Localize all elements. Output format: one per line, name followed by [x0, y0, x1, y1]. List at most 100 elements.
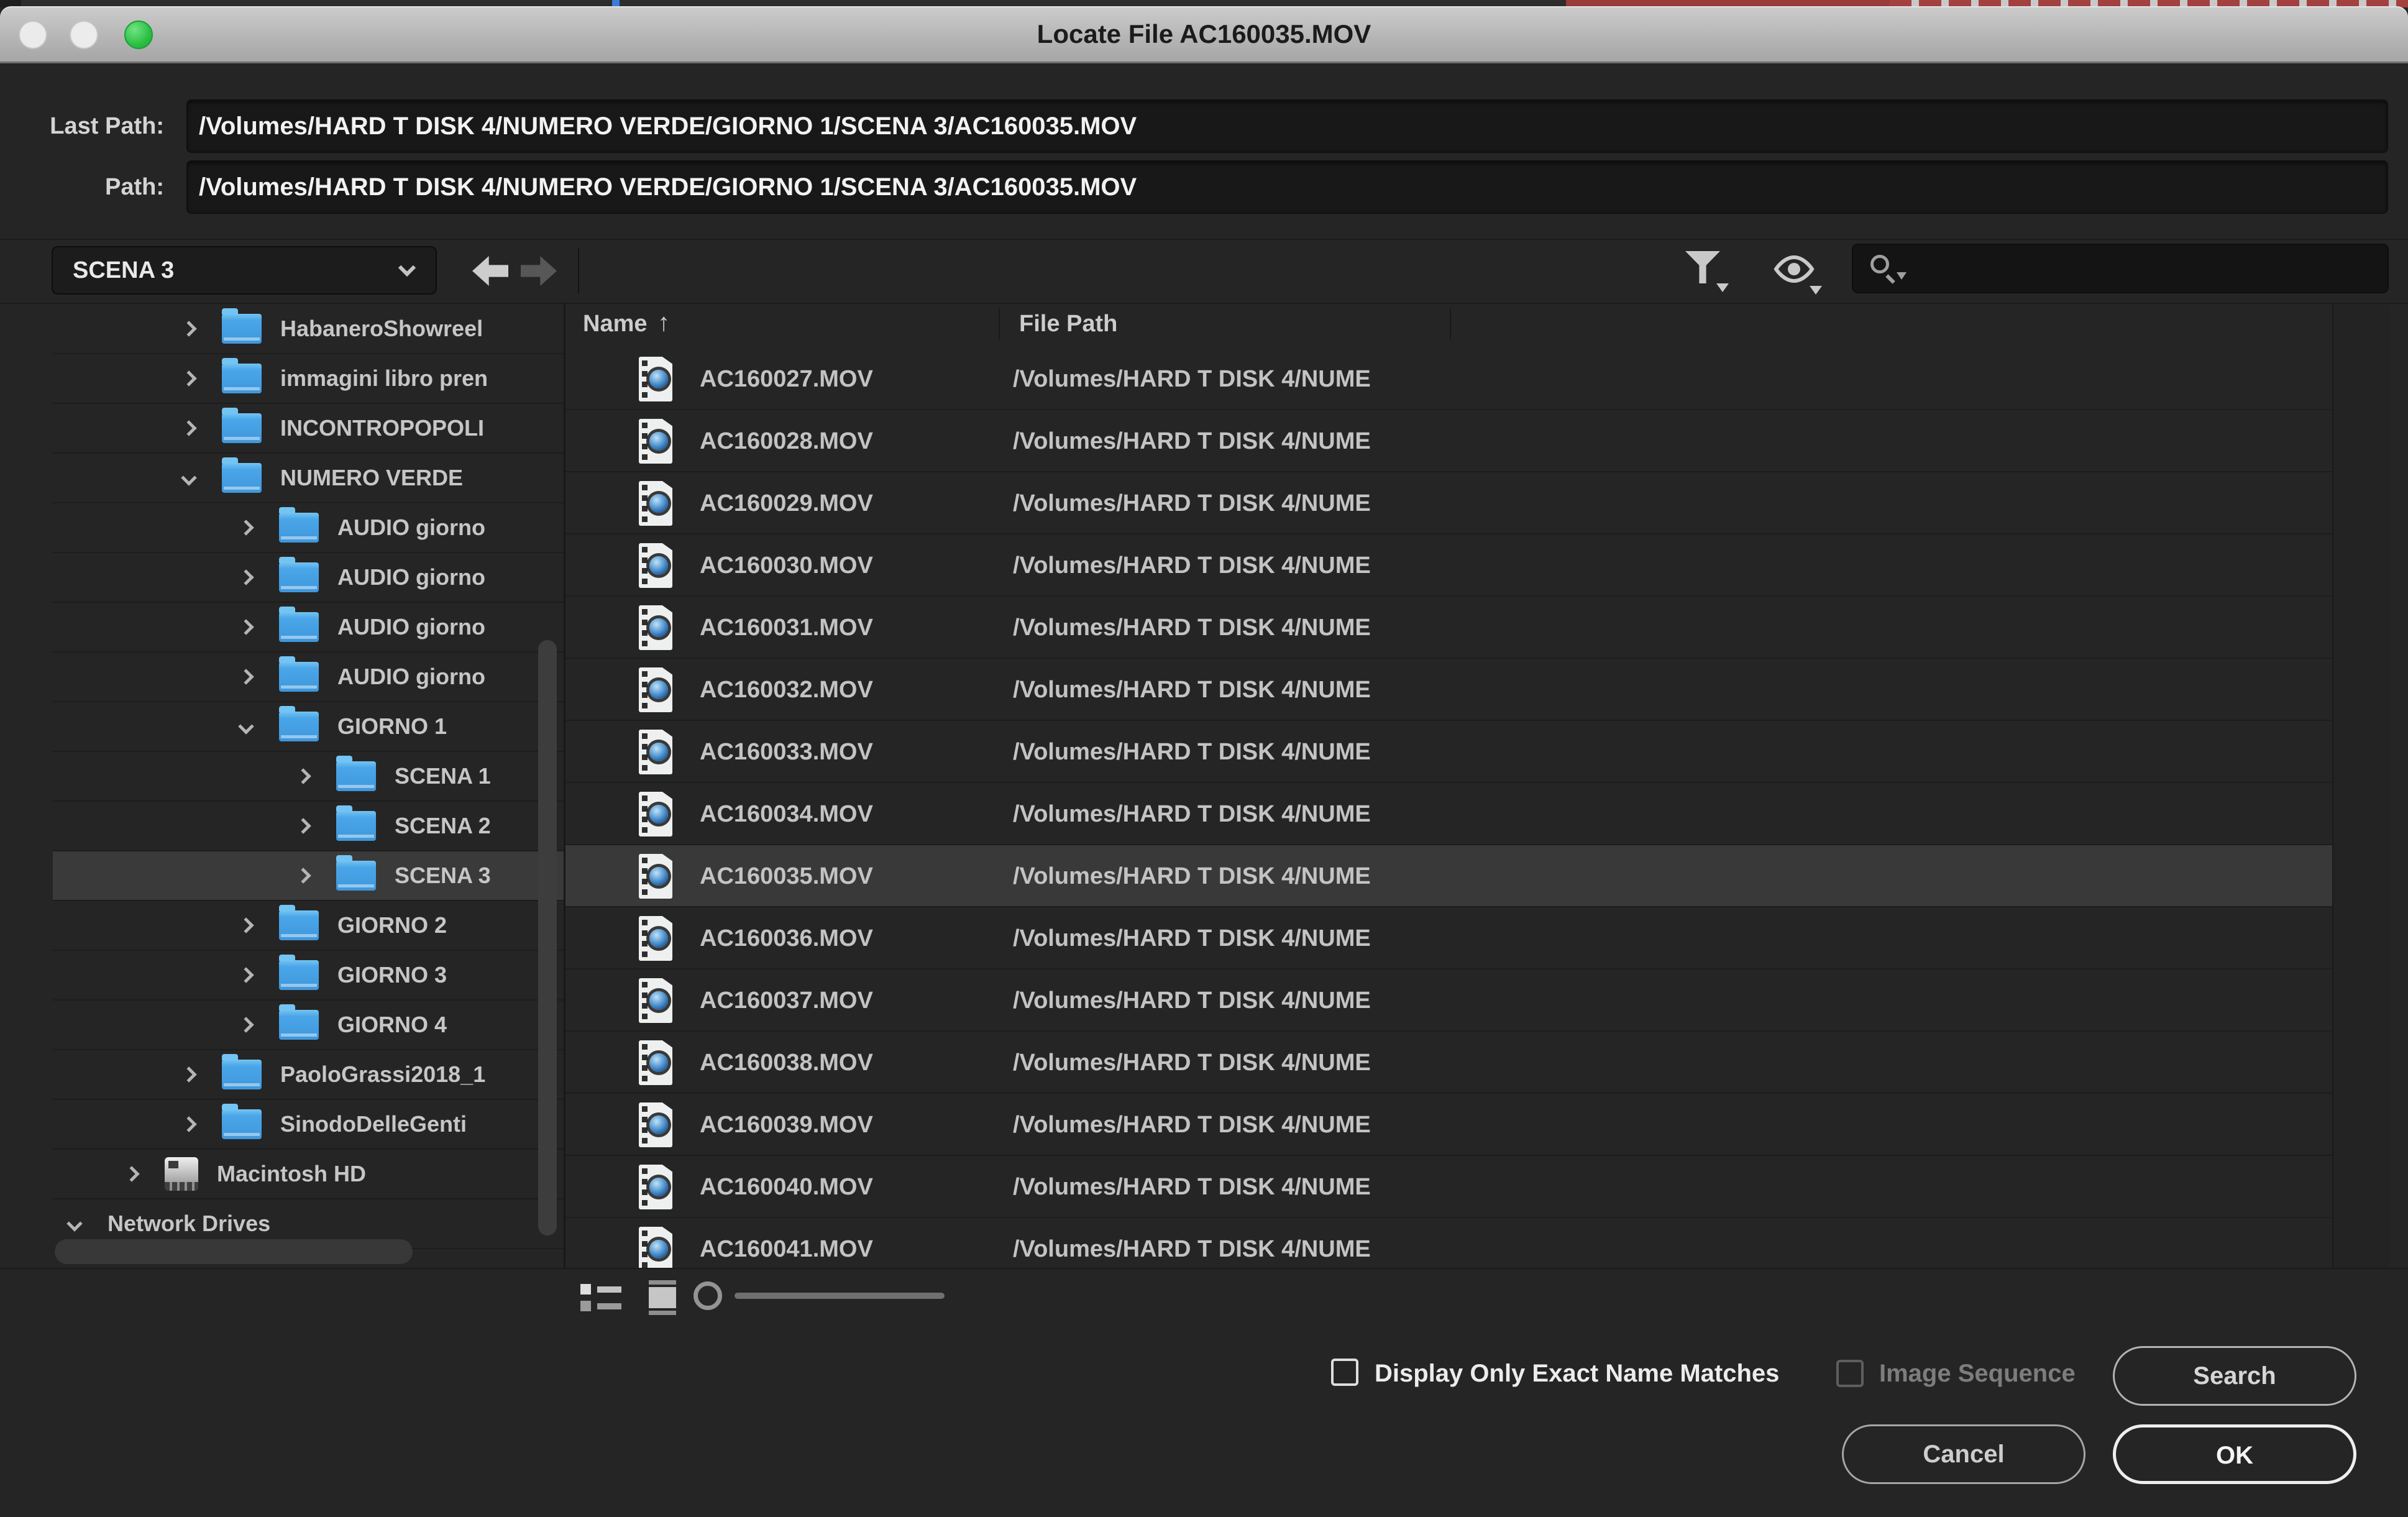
path-input[interactable] — [186, 160, 2388, 214]
file-list-row[interactable]: AC160035.MOV /Volumes/HARD T DISK 4/NUME — [565, 845, 2332, 907]
file-list-row[interactable]: AC160030.MOV /Volumes/HARD T DISK 4/NUME — [565, 534, 2332, 597]
tree-row[interactable]: GIORNO 1 — [53, 702, 564, 752]
tree-chevron-icon[interactable] — [238, 967, 254, 983]
column-divider[interactable] — [1450, 308, 1451, 339]
tree-row[interactable]: HabaneroShowreel — [53, 305, 564, 354]
tree-chevron-icon[interactable] — [124, 1166, 139, 1181]
tree-chevron-icon[interactable] — [66, 1216, 82, 1231]
tree-chevron-icon[interactable] — [181, 1116, 196, 1132]
ok-button[interactable]: OK — [2113, 1424, 2356, 1484]
tree-chevron-icon[interactable] — [238, 669, 254, 684]
file-list-rows: AC160027.MOV /Volumes/HARD T DISK 4/NUME… — [565, 348, 2332, 1268]
tree-chevron-icon[interactable] — [295, 818, 311, 833]
separator-panels-top — [0, 303, 2408, 304]
file-list-row[interactable]: AC160027.MOV /Volumes/HARD T DISK 4/NUME — [565, 348, 2332, 410]
tree-row[interactable]: INCONTROPOPOLI — [53, 404, 564, 454]
tree-chevron-icon[interactable] — [238, 917, 254, 933]
search-button[interactable]: Search — [2113, 1346, 2356, 1406]
tree-chevron-icon[interactable] — [181, 470, 196, 485]
filter-button[interactable] — [1685, 251, 1729, 292]
tree-row[interactable]: AUDIO giorno — [53, 653, 564, 702]
tree-item-icon — [222, 1060, 262, 1089]
tree-chevron-icon[interactable] — [238, 520, 254, 535]
movie-file-icon — [639, 854, 672, 899]
separator-top — [0, 239, 2408, 240]
tree-row[interactable]: AUDIO giorno — [53, 503, 564, 553]
thumbnail-size-slider-track[interactable] — [735, 1293, 945, 1299]
column-divider[interactable] — [999, 308, 1000, 339]
tree-item-label: GIORNO 3 — [337, 962, 447, 988]
search-icon — [1870, 255, 1889, 273]
tree-row[interactable]: AUDIO giorno — [53, 603, 564, 653]
file-list-row[interactable]: AC160032.MOV /Volumes/HARD T DISK 4/NUME — [565, 659, 2332, 721]
tree-chevron-icon[interactable] — [181, 420, 196, 436]
file-list-row[interactable]: AC160037.MOV /Volumes/HARD T DISK 4/NUME — [565, 969, 2332, 1032]
file-list-scrollbar-track[interactable] — [2332, 305, 2389, 1268]
tree-chevron-icon[interactable] — [238, 1017, 254, 1032]
tree-row[interactable]: GIORNO 2 — [53, 901, 564, 951]
thumbnail-size-slider-knob[interactable] — [694, 1281, 722, 1310]
cancel-button[interactable]: Cancel — [1842, 1424, 2085, 1484]
file-list-row[interactable]: AC160038.MOV /Volumes/HARD T DISK 4/NUME — [565, 1032, 2332, 1094]
tree-row[interactable]: SCENA 2 — [53, 802, 564, 851]
forward-button[interactable] — [521, 256, 557, 286]
file-list-row[interactable]: AC160039.MOV /Volumes/HARD T DISK 4/NUME — [565, 1094, 2332, 1156]
titlebar: Locate File AC160035.MOV — [0, 6, 2408, 63]
tree-chevron-icon[interactable] — [181, 370, 196, 386]
tree-chevron-icon[interactable] — [238, 569, 254, 585]
list-view-icon — [597, 1286, 621, 1293]
file-list-header: Name ↑ File Path — [565, 305, 2389, 343]
tree-row[interactable]: GIORNO 3 — [53, 951, 564, 1001]
search-input[interactable] — [1915, 245, 2375, 292]
tree-item-icon — [222, 1109, 262, 1139]
tree-chevron-icon[interactable] — [238, 619, 254, 635]
tree-row[interactable]: NUMERO VERDE — [53, 454, 564, 503]
file-list-row[interactable]: AC160036.MOV /Volumes/HARD T DISK 4/NUME — [565, 907, 2332, 969]
tree-item-icon — [336, 811, 376, 841]
column-header-file-path[interactable]: File Path — [1019, 305, 1117, 343]
file-path: /Volumes/HARD T DISK 4/NUME — [1013, 659, 1371, 721]
tree-vertical-scrollbar[interactable] — [538, 640, 557, 1235]
file-name: AC160029.MOV — [700, 472, 873, 534]
search-field[interactable] — [1852, 244, 2389, 293]
list-view-button[interactable] — [580, 1281, 621, 1314]
tree-horizontal-scrollbar[interactable] — [55, 1239, 413, 1264]
file-list-row[interactable]: AC160040.MOV /Volumes/HARD T DISK 4/NUME — [565, 1156, 2332, 1218]
tree-chevron-icon[interactable] — [181, 321, 196, 336]
file-name: AC160033.MOV — [700, 721, 873, 783]
tree-chevron-icon[interactable] — [295, 768, 311, 784]
tree-row[interactable]: SCENA 3 — [53, 851, 564, 901]
tree-item-label: SCENA 1 — [395, 763, 491, 789]
tree-chevron-icon[interactable] — [295, 868, 311, 883]
thumbnail-view-button[interactable] — [646, 1280, 679, 1315]
exact-name-matches-checkbox[interactable] — [1331, 1359, 1358, 1386]
tree-row[interactable]: SCENA 1 — [53, 752, 564, 802]
tree-item-icon — [222, 413, 262, 443]
file-list-row[interactable]: AC160033.MOV /Volumes/HARD T DISK 4/NUME — [565, 721, 2332, 783]
image-sequence-checkbox[interactable] — [1836, 1360, 1864, 1387]
tree-row[interactable]: Macintosh HD — [53, 1150, 564, 1199]
file-list-row[interactable]: AC160031.MOV /Volumes/HARD T DISK 4/NUME — [565, 597, 2332, 659]
tree-row[interactable]: SinodoDelleGenti — [53, 1100, 564, 1150]
back-button[interactable] — [472, 256, 508, 286]
tree-row[interactable]: AUDIO giorno — [53, 553, 564, 603]
view-options-button[interactable] — [1772, 254, 1826, 292]
tree-item-label: SCENA 3 — [395, 863, 491, 889]
tree-item-icon — [279, 562, 319, 592]
movie-file-icon — [639, 481, 672, 526]
file-name: AC160027.MOV — [700, 348, 873, 410]
tree-row[interactable]: immagini libro pren — [53, 354, 564, 404]
tree-chevron-icon[interactable] — [181, 1066, 196, 1082]
tree-chevron-icon[interactable] — [238, 718, 254, 734]
last-path-input[interactable] — [186, 99, 2388, 153]
location-dropdown[interactable]: SCENA 3 — [52, 246, 437, 295]
tree-item-icon — [279, 960, 319, 990]
tree-row[interactable]: GIORNO 4 — [53, 1001, 564, 1050]
file-list-row[interactable]: AC160029.MOV /Volumes/HARD T DISK 4/NUME — [565, 472, 2332, 534]
column-header-name[interactable]: Name — [583, 305, 648, 343]
thumbnail-view-icon — [649, 1287, 676, 1308]
file-list-row[interactable]: AC160028.MOV /Volumes/HARD T DISK 4/NUME — [565, 410, 2332, 472]
file-list-row[interactable]: AC160034.MOV /Volumes/HARD T DISK 4/NUME — [565, 783, 2332, 845]
file-list-row[interactable]: AC160041.MOV /Volumes/HARD T DISK 4/NUME — [565, 1218, 2332, 1268]
tree-row[interactable]: PaoloGrassi2018_1 — [53, 1050, 564, 1100]
